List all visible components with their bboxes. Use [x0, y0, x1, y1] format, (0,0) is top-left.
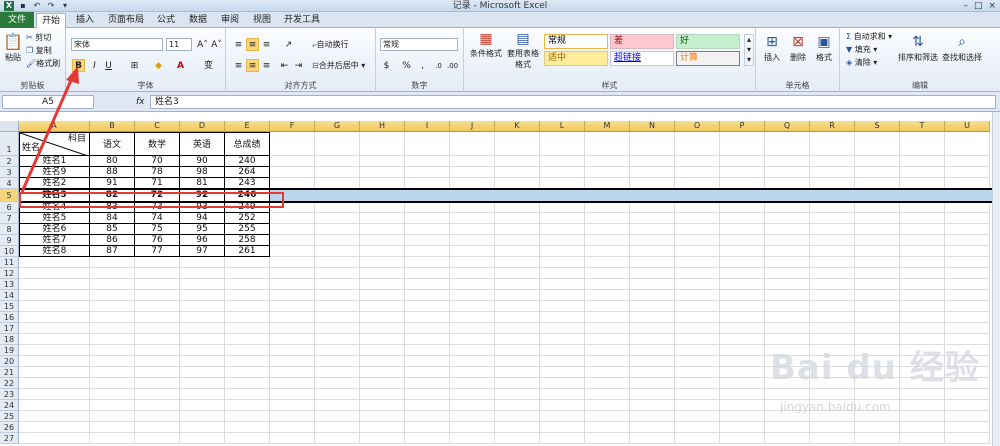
baidu-watermark: Bai du 经验: [770, 348, 980, 388]
baidu-watermark-url: jingyan.baidu.com: [780, 400, 891, 414]
arrow-line: [20, 77, 74, 193]
arrow-head-icon: [66, 66, 79, 84]
highlight-box: [19, 192, 284, 208]
